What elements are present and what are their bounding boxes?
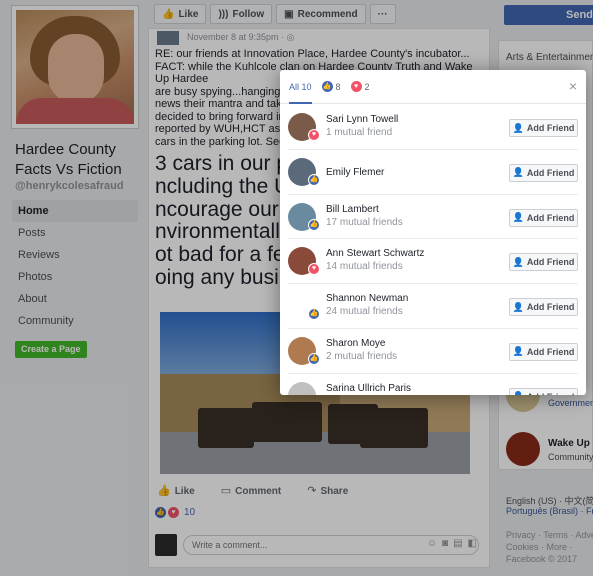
list-item: 👍 Bill Lambert 17 mutual friends 👤 Add Fr… (288, 195, 578, 240)
like-reaction-icon: 👍 (308, 352, 320, 365)
like-reaction-icon: 👍 (308, 173, 320, 186)
user-name[interactable]: Sharon Moye (326, 338, 385, 349)
add-friend-button[interactable]: 👤Add Friend (509, 119, 578, 137)
list-item: ♥ Sari Lynn Towell 1 mutual friend 👤 Add … (288, 105, 578, 150)
add-friend-button[interactable]: 👤Add Friend (509, 298, 578, 317)
add-friend-icon: 👤 (512, 122, 524, 133)
add-friend-icon: 👤 (512, 301, 524, 312)
love-reaction-icon: ♥ (308, 129, 320, 141)
list-item: 👍 Emily Flemer 👤 Add Friend (288, 150, 578, 195)
avatar[interactable] (288, 381, 316, 395)
reaction-tabs: All 10 👍 8 ♥ 2 (280, 70, 586, 104)
close-icon[interactable]: × (569, 79, 577, 93)
tab-like[interactable]: 👍 8 (321, 70, 341, 104)
user-name[interactable]: Sarina Ullrich Paris (326, 383, 411, 394)
add-friend-button[interactable]: 👤Add Friend (509, 208, 578, 227)
list-item: 👍 Sarina Ullrich Paris 👤Add Friend (288, 374, 578, 395)
love-reaction-icon: ♥ (308, 263, 320, 276)
mutual-friends[interactable]: 2 mutual friends (326, 351, 397, 362)
add-friend-button[interactable]: 👤Add Friend (509, 163, 578, 182)
tab-love[interactable]: ♥ 2 (350, 70, 370, 104)
list-item: 👍 Sharon Moye 2 mutual friends 👤 Add Frie… (288, 329, 578, 374)
mutual-friends[interactable]: 24 mutual friends (326, 306, 403, 317)
like-reaction-icon: 👍 (308, 218, 320, 231)
add-friend-icon: 👤 (512, 212, 524, 223)
like-reaction-icon: 👍 (308, 308, 320, 321)
like-reaction-icon: 👍 (321, 81, 333, 92)
mutual-friends[interactable]: 1 mutual friend (326, 127, 392, 138)
add-friend-icon: 👤 (512, 167, 524, 178)
user-name[interactable]: Sari Lynn Towell (326, 114, 398, 125)
mutual-friends[interactable]: 14 mutual friends (326, 261, 403, 272)
user-name[interactable]: Bill Lambert (326, 204, 379, 215)
reactions-dialog: All 10 👍 8 ♥ 2 × ♥ Sari Lynn Towell 1 mutu… (280, 70, 586, 395)
tab-all[interactable]: All 10 (289, 70, 312, 104)
user-name[interactable]: Shannon Newman (326, 293, 408, 304)
add-friend-icon: 👤 (512, 346, 524, 357)
list-item: ♥ Ann Stewart Schwartz 14 mutual friends… (288, 239, 578, 285)
add-friend-button[interactable]: 👤Add Friend (509, 342, 578, 361)
add-friend-icon: 👤 (513, 391, 524, 395)
user-name[interactable]: Ann Stewart Schwartz (326, 248, 424, 259)
love-reaction-icon: ♥ (350, 81, 362, 92)
add-friend-button[interactable]: 👤Add Friend (509, 387, 578, 395)
mutual-friends[interactable]: 17 mutual friends (326, 217, 403, 228)
list-item: 👍 Shannon Newman 24 mutual friends 👤 Add … (288, 284, 578, 329)
reactor-list: ♥ Sari Lynn Towell 1 mutual friend 👤 Add … (280, 105, 586, 395)
user-name[interactable]: Emily Flemer (326, 167, 384, 178)
add-friend-icon: 👤 (512, 256, 524, 267)
add-friend-button[interactable]: 👤Add Friend (509, 253, 578, 272)
